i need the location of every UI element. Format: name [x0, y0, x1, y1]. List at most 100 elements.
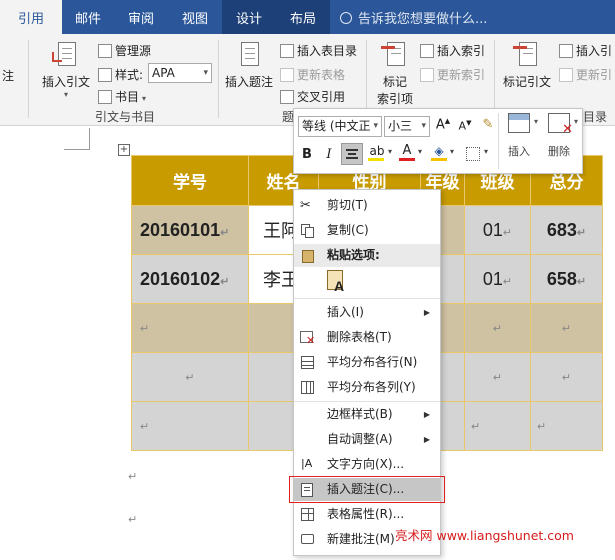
insert-citation-button[interactable]: 插入引文 ▾: [38, 40, 94, 99]
insert-table-of-figures-button[interactable]: 插入表目录: [280, 42, 357, 59]
grow-font-icon[interactable]: A▲: [434, 117, 452, 132]
table-of-figures-icon: [280, 44, 294, 58]
table-cell[interactable]: ↵: [131, 401, 249, 451]
menu-item-insert-caption[interactable]: 插入题注(C)...: [294, 478, 440, 501]
table-cell[interactable]: 20160101↵: [131, 205, 249, 255]
table-cell[interactable]: 01↵: [464, 205, 531, 255]
bibliography-icon: [98, 90, 112, 104]
table-move-handle-icon[interactable]: +: [118, 144, 130, 156]
chevron-down-icon[interactable]: ▾: [484, 147, 488, 156]
mark-citation-icon: [513, 40, 541, 70]
menu-item-cut[interactable]: ✂ 剪切(T): [294, 194, 440, 217]
tell-me-box[interactable]: 告诉我您想要做什么...: [340, 0, 487, 34]
borders-icon[interactable]: [466, 147, 480, 161]
menu-item-insert[interactable]: 插入(I) ▶: [294, 301, 440, 324]
table-cell[interactable]: 20160102↵: [131, 254, 249, 304]
mark-citation-label: 标记引文: [502, 75, 551, 89]
menu-item-table-properties[interactable]: 表格属性(R)...: [294, 503, 440, 526]
font-size-value: 小三: [388, 119, 413, 133]
insert-citation-label: 插入引文: [41, 75, 90, 89]
format-painter-icon[interactable]: ✎: [480, 117, 496, 132]
table-cell[interactable]: ↵: [530, 303, 603, 353]
distribute-rows-icon: [300, 355, 316, 371]
update-table-label: 更新表格: [297, 68, 346, 82]
mark-citation-button[interactable]: 标记引文: [500, 40, 554, 90]
shading-icon[interactable]: ◈: [431, 144, 447, 161]
scissors-icon: ✂: [300, 198, 311, 213]
insert-toa-button[interactable]: 插入引: [559, 42, 612, 59]
menu-item-text-direction[interactable]: |A 文字方向(X)...: [294, 453, 440, 476]
insert-caption-ribbon-button[interactable]: 插入题注: [222, 40, 276, 90]
update-toa-label: 更新引: [576, 68, 613, 82]
menu-item-distribute-cols[interactable]: 平均分布各列(Y): [294, 376, 440, 399]
bibliography-label: 书目: [115, 90, 140, 104]
paste-keep-text-only-icon[interactable]: A: [326, 270, 346, 294]
chevron-down-icon[interactable]: ▾: [418, 147, 422, 156]
lightbulb-icon: [340, 12, 352, 24]
insert-rows-cols-button[interactable]: ▾ 插入: [504, 113, 538, 159]
font-size-select[interactable]: 小三 ▾: [384, 116, 430, 137]
insert-toa-label: 插入引: [576, 44, 613, 58]
tab-design[interactable]: 设计: [222, 0, 276, 34]
insert-citation-icon: [52, 40, 80, 70]
center-align-button[interactable]: [341, 143, 363, 165]
header-cell[interactable]: 学号: [131, 155, 249, 206]
font-name-select[interactable]: 等线 (中文正 ▾: [298, 116, 382, 137]
ribbon-separator: [28, 40, 29, 118]
tab-layout[interactable]: 布局: [276, 0, 330, 34]
table-cell[interactable]: ↵: [464, 303, 531, 353]
menu-item-autofit[interactable]: 自动调整(A) ▶: [294, 428, 440, 451]
delete-rows-cols-button[interactable]: ✕ ▾ 删除: [542, 113, 578, 159]
bold-button[interactable]: B: [300, 147, 314, 162]
table-cell[interactable]: ↵: [464, 352, 531, 402]
table-cell[interactable]: ↵: [464, 401, 531, 451]
insert-caption-icon: [235, 40, 263, 70]
menu-item-distribute-rows[interactable]: 平均分布各行(N): [294, 351, 440, 374]
ribbon-separator: [366, 40, 367, 118]
table-cell[interactable]: 658↵: [530, 254, 603, 304]
table-cell[interactable]: 683↵: [530, 205, 603, 255]
menu-item-copy[interactable]: 复制(C): [294, 219, 440, 242]
chevron-down-icon[interactable]: ▾: [388, 147, 392, 156]
margin-corner-mark: [64, 128, 90, 150]
table-cell[interactable]: 01↵: [464, 254, 531, 304]
table-properties-icon: [300, 507, 316, 523]
insert-table-of-figures-label: 插入表目录: [297, 44, 358, 58]
table-cell[interactable]: ↵: [131, 303, 249, 353]
tab-review[interactable]: 审阅: [114, 0, 168, 34]
table-cell[interactable]: ↵: [530, 401, 603, 451]
citation-style-select[interactable]: APA ▾: [148, 63, 212, 83]
update-toa-button[interactable]: 更新引: [559, 66, 612, 83]
mark-entry-button[interactable]: 标记 索引项: [372, 40, 418, 107]
delete-table-icon: ✕: [300, 330, 316, 346]
cross-reference-button[interactable]: 交叉引用: [280, 88, 345, 105]
comment-icon: [300, 532, 316, 548]
table-cell[interactable]: ↵: [530, 352, 603, 402]
menu-item-border-styles[interactable]: 边框样式(B) ▶: [294, 403, 440, 426]
submenu-arrow-icon: ▶: [423, 435, 430, 444]
manage-sources-button[interactable]: 管理源: [98, 42, 151, 59]
paste-options-header: 粘贴选项:: [294, 244, 440, 267]
tab-mailings[interactable]: 邮件: [62, 0, 114, 34]
manage-sources-icon: [98, 44, 112, 58]
menu-item-delete-table[interactable]: ✕ 删除表格(T): [294, 326, 440, 349]
table-cell[interactable]: ↵: [131, 352, 249, 402]
update-index-button[interactable]: 更新索引: [420, 66, 485, 83]
highlight-color-icon[interactable]: ab: [368, 145, 386, 161]
menu-separator: [294, 401, 440, 402]
shrink-font-icon[interactable]: A▼: [456, 119, 474, 133]
chevron-down-icon: ▾: [533, 117, 538, 126]
chevron-down-icon[interactable]: ▾: [450, 147, 454, 156]
menu-separator: [294, 298, 440, 299]
tab-references[interactable]: 引用: [0, 0, 62, 34]
italic-button[interactable]: I: [322, 147, 336, 162]
update-table-icon: [280, 68, 294, 82]
insert-index-button[interactable]: 插入索引: [420, 42, 485, 59]
bibliography-button[interactable]: 书目 ▾: [98, 88, 146, 105]
font-color-icon[interactable]: A: [399, 144, 415, 161]
distribute-columns-icon: [300, 380, 316, 396]
update-table-button[interactable]: 更新表格: [280, 66, 345, 83]
mark-entry-label-2: 索引项: [376, 92, 413, 106]
update-index-icon: [420, 68, 434, 82]
tab-view[interactable]: 视图: [168, 0, 222, 34]
